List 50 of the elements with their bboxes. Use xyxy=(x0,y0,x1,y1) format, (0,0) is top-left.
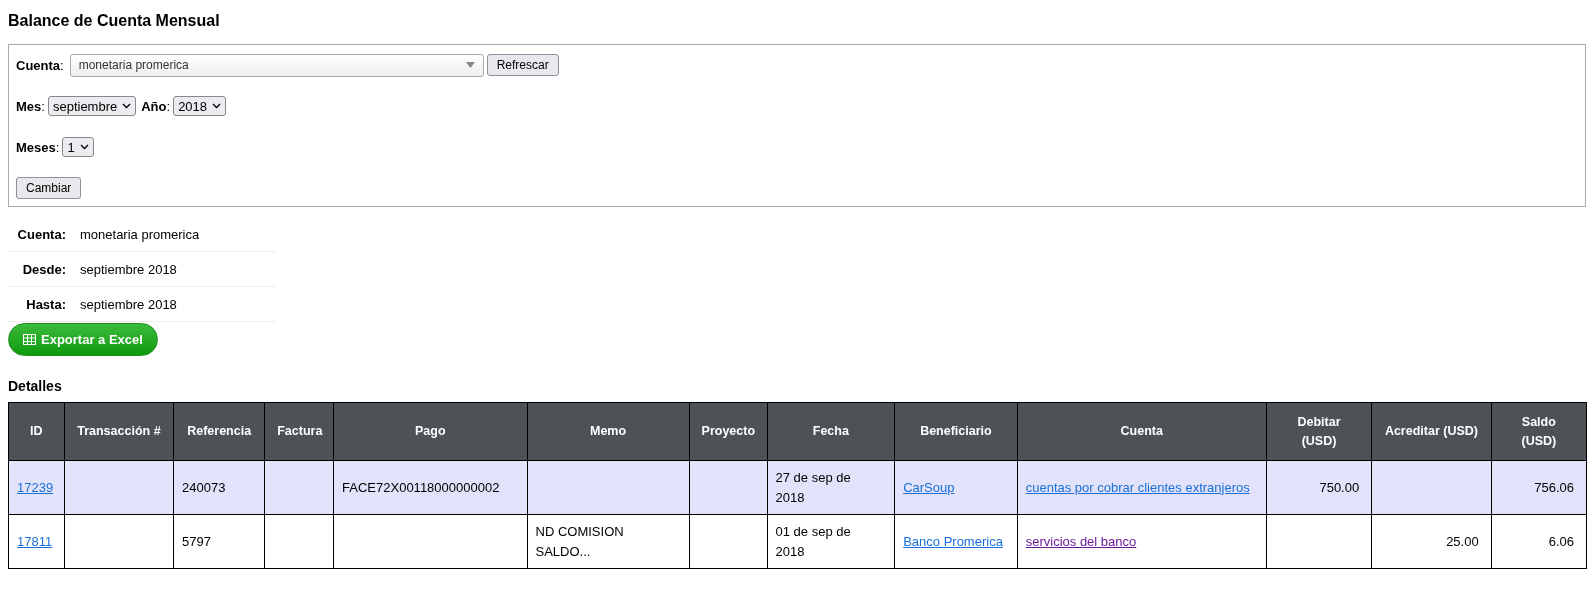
year-label: Año: xyxy=(141,98,171,114)
table-cell: FACE72X00118000000002 xyxy=(342,479,500,495)
column-header: Transacción # xyxy=(64,402,174,461)
table-cell: 240073 xyxy=(182,479,226,495)
column-header: Debitar (USD) xyxy=(1266,402,1372,461)
account-label: Cuenta: xyxy=(16,57,64,73)
month-select[interactable]: septiembre xyxy=(47,96,137,116)
column-header: Proyecto xyxy=(689,402,768,461)
page-title: Balance de Cuenta Mensual xyxy=(8,12,220,30)
table-cell: 27 de sep de 2018 xyxy=(775,469,851,505)
summary-value: septiembre 2018 xyxy=(80,261,177,277)
table-cell: ND COMISION SALDO... xyxy=(535,523,624,559)
table-cell: 756.06 xyxy=(1534,479,1574,495)
id-link[interactable]: 17239 xyxy=(17,479,54,495)
months-select[interactable]: 1 xyxy=(62,137,94,157)
table-cell: 5797 xyxy=(182,533,211,549)
table-icon xyxy=(23,334,36,345)
month-label: Mes: xyxy=(16,98,45,114)
summary-label: Cuenta: xyxy=(16,226,66,242)
summary-value: septiembre 2018 xyxy=(80,296,177,312)
chevron-down-icon xyxy=(212,103,222,109)
chevron-down-icon xyxy=(122,103,132,109)
table-cell: 01 de sep de 2018 xyxy=(775,523,851,559)
table-cell: 750.00 xyxy=(1319,479,1360,495)
column-header: Pago xyxy=(333,402,527,461)
account-link[interactable]: servicios del banco xyxy=(1025,533,1137,549)
year-select[interactable]: 2018 xyxy=(173,96,227,116)
column-header: Cuenta xyxy=(1017,402,1267,461)
account-select[interactable]: monetaria promerica xyxy=(69,53,484,77)
id-link[interactable]: 17811 xyxy=(17,533,53,549)
section-title: Detalles xyxy=(8,378,63,394)
column-header: ID xyxy=(8,402,65,461)
dropdown-arrow-icon xyxy=(465,62,475,68)
table-cell: 25.00 xyxy=(1446,533,1479,549)
column-header: Memo xyxy=(527,402,690,461)
summary-value: monetaria promerica xyxy=(80,226,200,242)
refresh-button[interactable]: Refrescar xyxy=(486,54,559,76)
column-header: Beneficiario xyxy=(894,402,1018,461)
summary-label: Desde: xyxy=(21,261,66,277)
chevron-down-icon xyxy=(79,144,89,150)
column-header: Referencia xyxy=(173,402,265,461)
column-header: Factura xyxy=(264,402,334,461)
change-button[interactable]: Cambiar xyxy=(16,177,82,199)
column-header: Acreditar (USD) xyxy=(1371,402,1492,461)
column-header: Saldo (USD) xyxy=(1491,402,1587,461)
months-label: Meses: xyxy=(16,139,60,155)
column-header: Fecha xyxy=(767,402,895,461)
summary-label: Hasta: xyxy=(25,296,66,312)
payee-link[interactable]: CarSoup xyxy=(903,479,955,495)
table-cell: 6.06 xyxy=(1548,533,1574,549)
